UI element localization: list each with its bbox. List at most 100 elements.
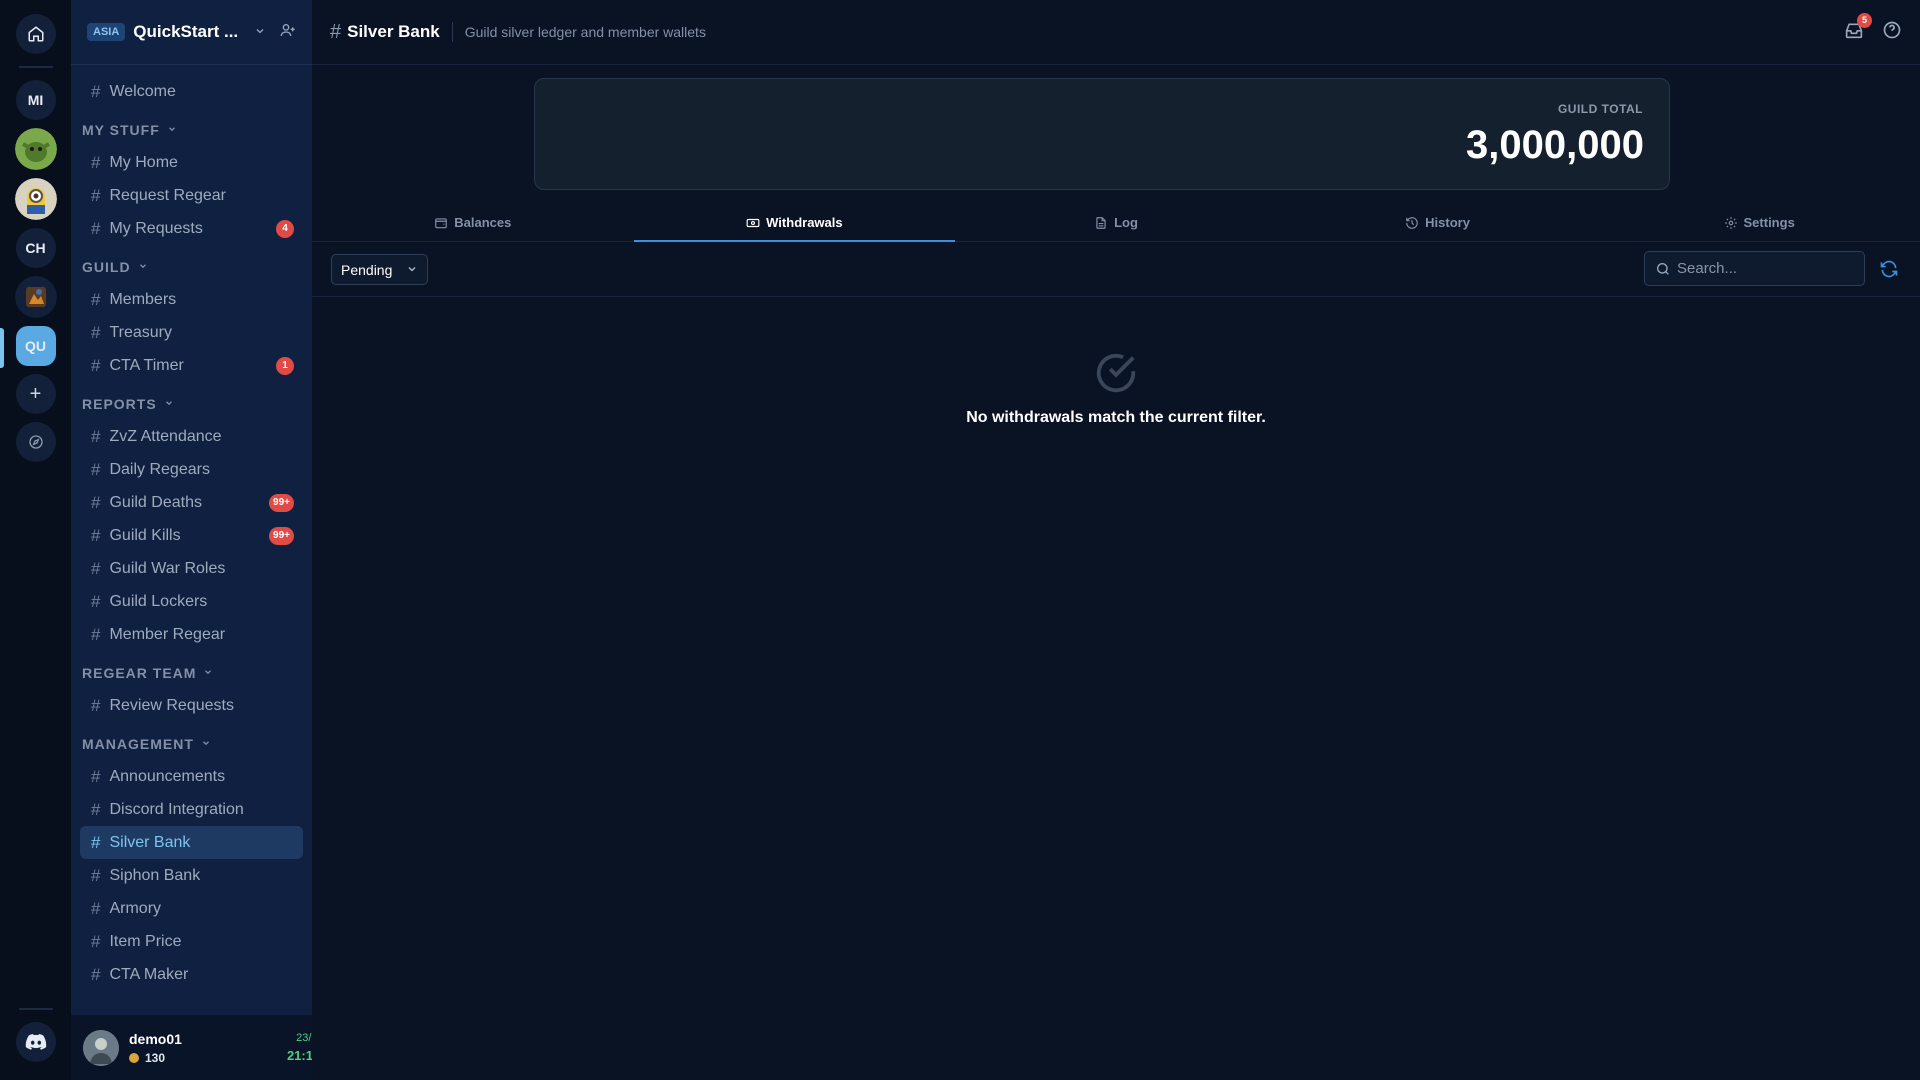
tab-label: Balances — [454, 215, 512, 230]
hash-icon: # — [91, 355, 101, 375]
discord-button[interactable] — [15, 1022, 56, 1062]
channel-my-home[interactable]: # My Home — [80, 146, 303, 179]
channel-request-regear[interactable]: # Request Regear — [80, 179, 303, 212]
channel-welcome[interactable]: # Welcome — [80, 75, 303, 108]
hash-icon: # — [91, 218, 101, 238]
channel-silver-bank[interactable]: # Silver Bank — [80, 826, 303, 859]
channel-member-regear[interactable]: # Member Regear — [80, 618, 303, 651]
server-avatar-art[interactable] — [14, 276, 57, 318]
tab-label: History — [1425, 215, 1470, 230]
empty-state-message: No withdrawals match the current filter. — [966, 409, 1266, 426]
file-icon — [1096, 216, 1106, 229]
channel-cta-maker[interactable]: # CTA Maker — [80, 958, 303, 991]
banknote-icon — [746, 218, 760, 227]
wallet-icon — [435, 217, 448, 228]
category-reports[interactable]: REPORTS — [80, 388, 303, 420]
hash-icon: # — [91, 492, 101, 512]
server-mi[interactable]: MI — [15, 80, 56, 120]
status-filter-select[interactable]: Pending — [331, 254, 428, 285]
chevron-down-icon — [138, 261, 148, 274]
hash-icon: # — [91, 766, 101, 786]
chevron-down-icon — [201, 738, 211, 751]
category-regear-team[interactable]: REGEAR TEAM — [80, 657, 303, 689]
home-button[interactable] — [15, 14, 56, 54]
hash-icon: # — [91, 459, 101, 479]
tab-label: Withdrawals — [766, 215, 843, 230]
unread-badge: 4 — [276, 219, 294, 238]
channel-armory[interactable]: # Armory — [80, 892, 303, 925]
channel-cta-timer[interactable]: # CTA Timer 1 — [80, 349, 303, 382]
inbox-button[interactable]: 5 — [1844, 12, 1872, 44]
category-my-stuff[interactable]: MY STUFF — [80, 114, 303, 146]
tab-history[interactable]: History — [1277, 204, 1599, 241]
server-avatar-minion[interactable] — [14, 178, 57, 220]
filter-bar: Pending — [312, 243, 1920, 297]
channel-label: Daily Regears — [109, 460, 210, 478]
channel-label: Guild Lockers — [109, 592, 208, 610]
server-avatar-goblin[interactable] — [14, 128, 57, 170]
add-server-button[interactable]: + — [15, 374, 56, 414]
channel-my-requests[interactable]: # My Requests 4 — [80, 212, 303, 245]
add-user-icon[interactable] — [280, 22, 296, 43]
help-icon — [1883, 21, 1901, 38]
channel-label: Announcements — [109, 767, 226, 785]
channel-siphon-bank[interactable]: # Siphon Bank — [80, 859, 303, 892]
channel-daily-regears[interactable]: # Daily Regears — [80, 453, 303, 486]
refresh-icon — [1880, 260, 1898, 278]
page-title: Silver Bank — [347, 22, 453, 42]
region-badge: ASIA — [87, 23, 126, 41]
tab-log[interactable]: Log — [955, 204, 1277, 241]
silver-amount: 130 — [145, 1050, 166, 1065]
channel-guild-deaths[interactable]: # Guild Deaths 99+ — [80, 486, 303, 519]
category-label: REPORTS — [82, 396, 157, 412]
search-input[interactable] — [1677, 260, 1847, 277]
category-management[interactable]: MANAGEMENT — [80, 728, 303, 760]
server-ch[interactable]: CH — [15, 228, 56, 268]
channel-guild-lockers[interactable]: # Guild Lockers — [80, 585, 303, 618]
channel-guild-war-roles[interactable]: # Guild War Roles — [80, 552, 303, 585]
tab-withdrawals[interactable]: Withdrawals — [633, 204, 956, 242]
channel-label: ZvZ Attendance — [109, 427, 222, 445]
category-label: MY STUFF — [82, 122, 160, 138]
chevron-down-icon[interactable] — [254, 25, 266, 40]
empty-state: No withdrawals match the current filter. — [312, 350, 1920, 427]
explore-button[interactable] — [15, 422, 56, 462]
hash-icon: # — [91, 185, 101, 205]
help-button[interactable] — [1882, 20, 1902, 45]
page-subtitle: Guild silver ledger and member wallets — [464, 24, 706, 40]
channel-header: # Silver Bank Guild silver ledger and me… — [312, 0, 1920, 65]
guild-total-label: GUILD TOTAL — [1557, 102, 1643, 116]
channel-discord-integration[interactable]: # Discord Integration — [80, 793, 303, 826]
channel-list: # Welcome MY STUFF # My Home # Request Regea… — [71, 65, 312, 991]
server-qu[interactable]: QU — [15, 326, 56, 366]
notification-badge: 5 — [1857, 12, 1872, 28]
refresh-button[interactable] — [1879, 259, 1899, 284]
hash-icon: # — [91, 289, 101, 309]
channel-guild-kills[interactable]: # Guild Kills 99+ — [80, 519, 303, 552]
search-box — [1644, 251, 1865, 286]
unread-badge: 99+ — [269, 526, 294, 545]
username: demo01 — [129, 1030, 182, 1047]
hash-icon: # — [91, 558, 101, 578]
hash-icon: # — [91, 964, 101, 984]
hash-icon: # — [91, 152, 101, 172]
tab-label: Log — [1114, 215, 1138, 230]
channel-label: Guild Kills — [109, 526, 181, 544]
chevron-down-icon — [203, 667, 213, 680]
tab-settings[interactable]: Settings — [1598, 204, 1920, 241]
channel-members[interactable]: # Members — [80, 283, 303, 316]
channel-zvz-attendance[interactable]: # ZvZ Attendance — [80, 420, 303, 453]
server-header[interactable]: ASIA QuickStart ... — [71, 0, 312, 65]
compass-icon — [28, 435, 43, 449]
channel-label: CTA Timer — [109, 356, 184, 374]
user-silver: 130 — [129, 1051, 287, 1065]
avatar[interactable] — [83, 1029, 119, 1066]
channel-review-requests[interactable]: # Review Requests — [80, 689, 303, 722]
tab-balances[interactable]: Balances — [312, 204, 634, 241]
channel-treasury[interactable]: # Treasury — [80, 316, 303, 349]
history-icon — [1406, 216, 1418, 229]
category-guild[interactable]: GUILD — [80, 251, 303, 283]
channel-item-price[interactable]: # Item Price — [80, 925, 303, 958]
channel-announcements[interactable]: # Announcements — [80, 760, 303, 793]
guild-total-card: GUILD TOTAL 3,000,000 — [534, 78, 1670, 190]
